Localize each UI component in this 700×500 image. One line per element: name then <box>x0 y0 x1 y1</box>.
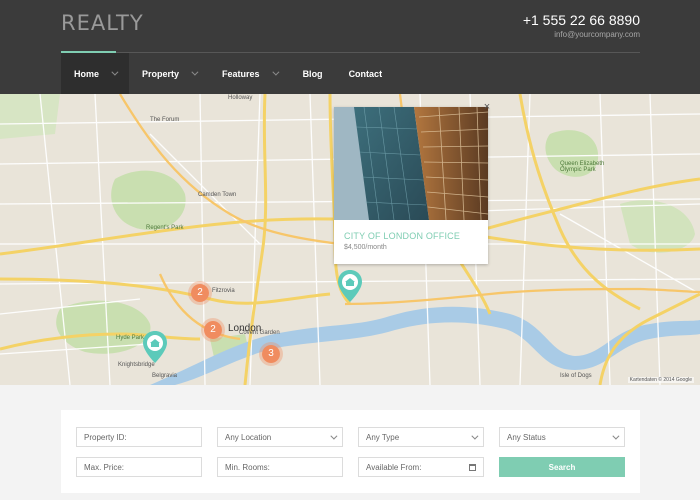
popup-property-title[interactable]: CITY OF LONDON OFFICE <box>334 220 488 241</box>
nav-item-label: Blog <box>302 68 323 79</box>
close-icon[interactable]: × <box>482 102 492 113</box>
property-pin-icon[interactable] <box>142 330 168 364</box>
nav-item-label: Contact <box>348 68 383 79</box>
contact-email[interactable]: info@yourcompany.com <box>554 30 640 39</box>
contact-phone: +1 555 22 66 8890 <box>522 12 640 28</box>
nav-item-features[interactable]: Features <box>209 53 290 94</box>
cluster-count: 2 <box>210 324 216 335</box>
nav-item-property[interactable]: Property <box>129 53 209 94</box>
status-select[interactable]: Any Status <box>499 427 625 447</box>
map-attribution[interactable]: Kartendaten © 2014 Google <box>627 377 694 383</box>
calendar-icon[interactable] <box>469 463 476 471</box>
map-cluster-marker[interactable]: 3 <box>259 342 283 366</box>
search-button[interactable]: Search <box>499 457 625 477</box>
property-id-input[interactable]: Property ID: <box>76 427 202 447</box>
chevron-down-icon <box>471 432 479 440</box>
location-value: Any Location <box>225 432 272 442</box>
site-logo[interactable]: REALTY <box>61 11 144 35</box>
min-rooms-input[interactable]: Min. Rooms: <box>217 457 343 477</box>
nav-item-label: Features <box>222 68 260 79</box>
type-value: Any Type <box>366 432 400 442</box>
min-rooms-placeholder: Min. Rooms: <box>225 462 270 472</box>
location-select[interactable]: Any Location <box>217 427 343 447</box>
map-cluster-marker[interactable]: 2 <box>188 281 212 305</box>
chevron-down-icon <box>330 432 338 440</box>
max-price-placeholder: Max. Price: <box>84 462 125 472</box>
nav-item-contact[interactable]: Contact <box>336 53 396 94</box>
property-photo[interactable] <box>334 107 488 220</box>
chevron-down-icon <box>191 68 199 76</box>
nav-item-home[interactable]: Home <box>61 53 130 94</box>
chevron-down-icon <box>111 68 119 76</box>
cluster-count: 2 <box>197 287 203 298</box>
available-from-placeholder: Available From: <box>366 462 422 472</box>
chevron-down-icon <box>612 432 620 440</box>
property-info-popup[interactable]: CITY OF LONDON OFFICE $4,500/month <box>334 107 488 264</box>
property-search-panel <box>61 410 640 493</box>
map-cluster-marker[interactable]: 2 <box>201 318 225 342</box>
main-nav: Home Property Features Blog Contact <box>61 53 395 94</box>
status-value: Any Status <box>507 432 546 442</box>
chevron-down-icon <box>271 68 280 76</box>
property-id-placeholder: Property ID: <box>84 432 127 442</box>
cluster-count: 3 <box>268 348 274 359</box>
popup-property-price: $4,500/month <box>344 244 387 251</box>
nav-item-blog[interactable]: Blog <box>290 53 336 94</box>
property-pin-icon[interactable] <box>337 269 363 303</box>
site-header: REALTY +1 555 22 66 8890 info@yourcompan… <box>0 0 700 94</box>
type-select[interactable]: Any Type <box>358 427 484 447</box>
max-price-input[interactable]: Max. Price: <box>76 457 202 477</box>
nav-item-label: Property <box>142 68 180 79</box>
available-from-input[interactable]: Available From: <box>358 457 484 477</box>
nav-item-label: Home <box>74 68 100 79</box>
